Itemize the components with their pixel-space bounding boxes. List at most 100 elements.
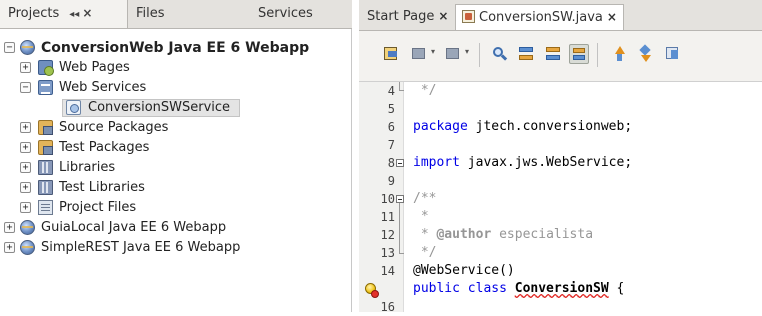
class-name: ConversionSW [514, 281, 609, 296]
fold-comment-icon[interactable] [396, 195, 404, 203]
expand-icon[interactable]: + [20, 142, 31, 153]
tab-projects[interactable]: Projects ◂◂ × [0, 0, 128, 28]
javadoc-tag: @author [436, 227, 492, 242]
tree-node-label: Web Pages [59, 60, 130, 75]
web-project-icon [20, 240, 35, 255]
tree-node-label: Test Packages [59, 140, 150, 155]
tree-node-label: Web Services [59, 80, 147, 95]
tree-node-web-services[interactable]: − Web Services [0, 78, 352, 98]
tree-node-conversionswservice[interactable]: ConversionSWService [0, 98, 352, 118]
tree-node-label: Test Libraries [59, 180, 145, 195]
close-tab-icon[interactable]: × [438, 9, 448, 23]
tree-node-source-packages[interactable]: + Source Packages [0, 118, 352, 138]
line-number: 11 [380, 210, 395, 224]
find-previous-icon[interactable] [516, 44, 536, 64]
tree-node-label: Project Files [59, 200, 137, 215]
line-number: 6 [387, 120, 395, 134]
line-number: 7 [387, 138, 395, 152]
keyword-package: package [413, 119, 468, 134]
tab-start-page[interactable]: Start Page × [361, 4, 454, 30]
web-service-icon [66, 100, 81, 115]
close-tab-icon[interactable]: × [607, 10, 617, 24]
line-number: 8 [387, 156, 395, 170]
editor-toolbar: ▾ ▾ [359, 31, 762, 82]
source-packages-icon [38, 120, 53, 135]
projects-panel-tabbar: Projects ◂◂ × Files Services [0, 0, 352, 29]
java-file-icon [462, 10, 475, 23]
collapse-icon[interactable]: − [20, 82, 31, 93]
keyword-import: import [413, 155, 460, 170]
code-line-11: * [413, 209, 429, 224]
libraries-icon [38, 160, 53, 175]
line-number: 4 [387, 84, 395, 98]
find-selection-icon[interactable] [489, 44, 509, 64]
project-files-icon [38, 200, 53, 215]
import-name: javax.jws.WebService; [459, 155, 633, 170]
expand-icon[interactable]: + [20, 202, 31, 213]
error-hint-bulb-icon[interactable] [365, 283, 379, 298]
package-name: jtech.conversionweb; [467, 119, 633, 134]
keyword-public-class: public class [413, 281, 507, 296]
javadoc-author: especialista [491, 227, 594, 242]
collapse-icon[interactable]: − [4, 42, 15, 53]
code-line-12: * @author especialista [413, 226, 593, 244]
expand-icon[interactable]: + [20, 162, 31, 173]
line-number: 9 [387, 174, 395, 188]
tab-files[interactable]: Files [128, 0, 240, 28]
tree-node-label: GuiaLocal Java EE 6 Webapp [41, 220, 227, 235]
tab-start-page-label: Start Page [367, 9, 435, 24]
last-edit-icon[interactable] [381, 44, 401, 64]
expand-icon[interactable]: + [4, 242, 15, 253]
tab-projects-label: Projects [8, 6, 60, 21]
toggle-bookmark-icon[interactable] [663, 44, 683, 64]
close-tab-icon[interactable]: × [82, 6, 92, 20]
comment-prefix: * [413, 227, 437, 242]
fold-line [399, 203, 400, 253]
tree-node-project-files[interactable]: + Project Files [0, 198, 352, 218]
tree-node-libraries[interactable]: + Libraries [0, 158, 352, 178]
fold-import-icon[interactable] [396, 159, 404, 167]
tree-node-test-libraries[interactable]: + Test Libraries [0, 178, 352, 198]
code-line-8: import javax.jws.WebService; [413, 154, 632, 172]
expand-icon[interactable]: + [20, 182, 31, 193]
line-number: 10 [380, 192, 395, 206]
code-line-15: public class ConversionSW { [413, 280, 624, 298]
tree-node-label: SimpleREST Java EE 6 Webapp [41, 240, 241, 255]
tree-node-label: Libraries [59, 160, 116, 175]
tree-node-simplerest[interactable]: + SimpleREST Java EE 6 Webapp [0, 238, 352, 258]
toggle-highlight-icon[interactable] [569, 44, 589, 64]
fold-end-marker [399, 253, 404, 254]
find-next-icon[interactable] [543, 44, 563, 64]
tab-conversionsw-java[interactable]: ConversionSW.java × [455, 4, 624, 30]
back-dropdown-icon[interactable]: ▾ [431, 47, 435, 56]
tree-node-test-packages[interactable]: + Test Packages [0, 138, 352, 158]
forward-icon[interactable] [443, 44, 463, 64]
expand-icon[interactable]: + [20, 62, 31, 73]
class-brace: { [608, 281, 625, 296]
tree-node-guialocal[interactable]: + GuiaLocal Java EE 6 Webapp [0, 218, 352, 238]
expand-icon[interactable]: + [4, 222, 15, 233]
expand-icon[interactable]: + [20, 122, 31, 133]
web-project-icon [20, 220, 35, 235]
line-number: 12 [380, 228, 395, 242]
editor-tabbar: Start Page × ConversionSW.java × [359, 0, 762, 31]
code-line-4: */ [413, 83, 437, 98]
code-line-13: */ [413, 245, 437, 260]
tree-node-label: ConversionSWService [88, 100, 231, 115]
tree-node-conversionweb[interactable]: − ConversionWeb Java EE 6 Webapp [0, 38, 352, 58]
toolbar-separator [479, 43, 480, 67]
web-project-icon [20, 40, 35, 55]
next-bookmark-icon[interactable] [636, 44, 656, 64]
tree-node-web-pages[interactable]: + Web Pages [0, 58, 352, 78]
tab-files-label: Files [136, 6, 165, 21]
minimize-window-group-icon[interactable]: ◂◂ [69, 9, 79, 20]
test-packages-icon [38, 140, 53, 155]
previous-bookmark-icon[interactable] [609, 44, 629, 64]
code-area[interactable]: 4 5 6 7 8 9 10 11 12 13 14 16 */ package… [359, 82, 762, 314]
code-line-14: @WebService() [413, 263, 515, 278]
line-number: 14 [380, 264, 395, 278]
tab-services-label: Services [258, 6, 313, 21]
tab-services[interactable]: Services [250, 0, 352, 28]
back-icon[interactable] [409, 44, 429, 64]
forward-dropdown-icon[interactable]: ▾ [465, 47, 469, 56]
